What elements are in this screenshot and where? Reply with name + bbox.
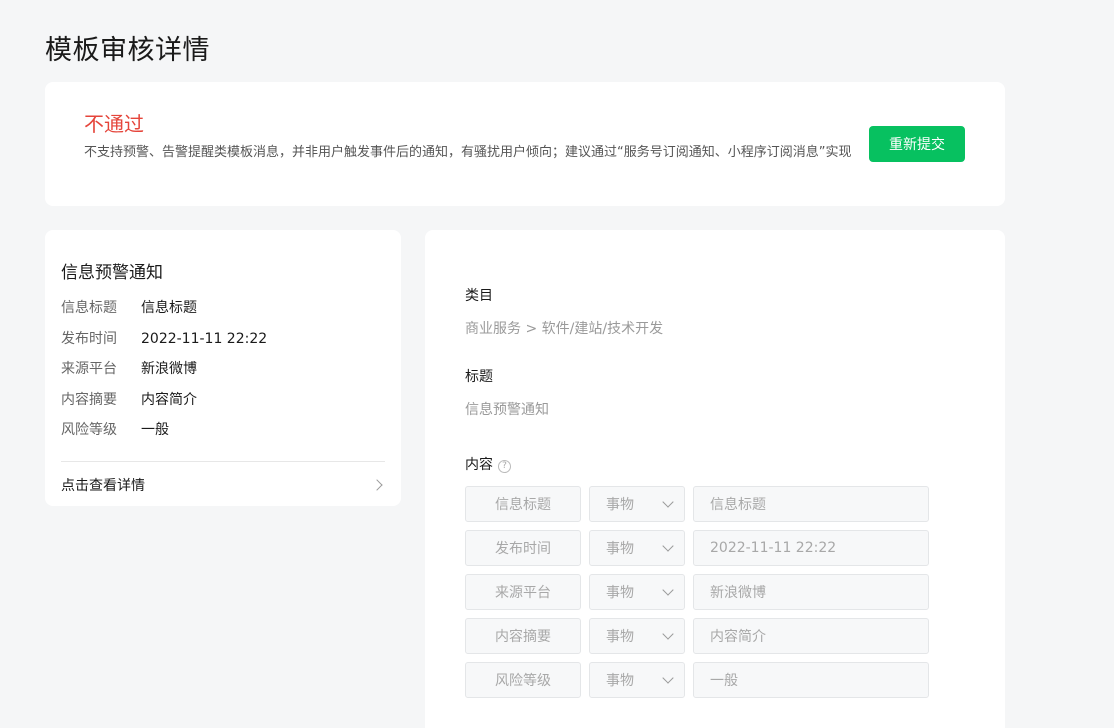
content-row: 风险等级 事物 一般 bbox=[465, 662, 929, 706]
preview-field-value: 一般 bbox=[141, 422, 169, 438]
help-icon[interactable]: ? bbox=[498, 460, 511, 473]
content-field-type-select: 事物 bbox=[589, 574, 685, 610]
content-field-value: 信息标题 bbox=[693, 486, 929, 522]
divider bbox=[61, 461, 385, 462]
review-status-title: 不通过 bbox=[84, 112, 144, 136]
content-field-list: 信息标题 事物 信息标题 发布时间 事物 2022-11-11 22:22 来源… bbox=[465, 486, 929, 706]
template-preview-card: 信息预警通知 信息标题 信息标题 发布时间 2022-11-11 22:22 来… bbox=[45, 230, 401, 506]
content-field-type-select: 事物 bbox=[589, 618, 685, 654]
chevron-down-icon bbox=[662, 584, 674, 596]
title-value: 信息预警通知 bbox=[465, 402, 549, 418]
preview-field-value: 新浪微博 bbox=[141, 361, 197, 377]
content-field-name: 发布时间 bbox=[465, 530, 581, 566]
content-field-type: 事物 bbox=[606, 673, 634, 689]
preview-field-key: 内容摘要 bbox=[61, 391, 117, 408]
chevron-down-icon bbox=[662, 628, 674, 640]
review-status-card: 不通过 不支持预警、告警提醒类模板消息，并非用户触发事件后的通知，有骚扰用户倾向… bbox=[45, 82, 1005, 206]
chevron-down-icon bbox=[662, 496, 674, 508]
page-title: 模板审核详情 bbox=[45, 35, 210, 66]
content-label-group: 内容? bbox=[465, 454, 511, 474]
preview-row: 风险等级 一般 bbox=[61, 420, 267, 451]
preview-title: 信息预警通知 bbox=[61, 263, 163, 283]
content-field-type: 事物 bbox=[606, 541, 634, 557]
resubmit-button[interactable]: 重新提交 bbox=[869, 126, 965, 162]
chevron-down-icon bbox=[662, 540, 674, 552]
preview-field-list: 信息标题 信息标题 发布时间 2022-11-11 22:22 来源平台 新浪微… bbox=[61, 298, 267, 451]
chevron-down-icon bbox=[662, 672, 674, 684]
review-rejection-reason: 不支持预警、告警提醒类模板消息，并非用户触发事件后的通知，有骚扰用户倾向；建议通… bbox=[84, 145, 852, 160]
content-field-value: 一般 bbox=[693, 662, 929, 698]
preview-row: 来源平台 新浪微博 bbox=[61, 359, 267, 390]
view-details-link[interactable]: 点击查看详情 bbox=[61, 474, 385, 496]
content-field-name: 风险等级 bbox=[465, 662, 581, 698]
chevron-right-icon bbox=[371, 479, 383, 491]
content-field-value: 新浪微博 bbox=[693, 574, 929, 610]
preview-field-key: 来源平台 bbox=[61, 361, 117, 377]
content-row: 来源平台 事物 新浪微博 bbox=[465, 574, 929, 618]
preview-field-key: 风险等级 bbox=[61, 422, 117, 438]
preview-field-key: 信息标题 bbox=[61, 300, 117, 316]
preview-row: 信息标题 信息标题 bbox=[61, 298, 267, 329]
content-field-type-select: 事物 bbox=[589, 530, 685, 566]
preview-field-value: 2022-11-11 22:22 bbox=[141, 330, 268, 347]
content-field-type: 事物 bbox=[606, 629, 634, 645]
content-field-name: 来源平台 bbox=[465, 574, 581, 610]
category-value: 商业服务 > 软件/建站/技术开发 bbox=[465, 321, 664, 337]
view-details-label: 点击查看详情 bbox=[61, 478, 145, 494]
title-label: 标题 bbox=[465, 369, 493, 385]
preview-field-value: 内容简介 bbox=[141, 391, 197, 408]
content-field-name: 信息标题 bbox=[465, 486, 581, 522]
content-field-value: 内容简介 bbox=[693, 618, 929, 654]
content-row: 发布时间 事物 2022-11-11 22:22 bbox=[465, 530, 929, 574]
preview-field-key: 发布时间 bbox=[61, 330, 117, 347]
template-detail-card: 类目 商业服务 > 软件/建站/技术开发 标题 信息预警通知 内容? 信息标题 … bbox=[425, 230, 1005, 728]
preview-row: 内容摘要 内容简介 bbox=[61, 390, 267, 421]
content-field-type: 事物 bbox=[606, 497, 634, 513]
content-field-type: 事物 bbox=[606, 585, 634, 601]
content-field-value: 2022-11-11 22:22 bbox=[693, 530, 929, 566]
content-field-type-select: 事物 bbox=[589, 486, 685, 522]
content-row: 信息标题 事物 信息标题 bbox=[465, 486, 929, 530]
preview-row: 发布时间 2022-11-11 22:22 bbox=[61, 329, 267, 360]
content-label: 内容 bbox=[465, 457, 493, 473]
content-field-type-select: 事物 bbox=[589, 662, 685, 698]
content-row: 内容摘要 事物 内容简介 bbox=[465, 618, 929, 662]
category-label: 类目 bbox=[465, 288, 493, 304]
content-field-name: 内容摘要 bbox=[465, 618, 581, 654]
preview-field-value: 信息标题 bbox=[141, 300, 197, 316]
